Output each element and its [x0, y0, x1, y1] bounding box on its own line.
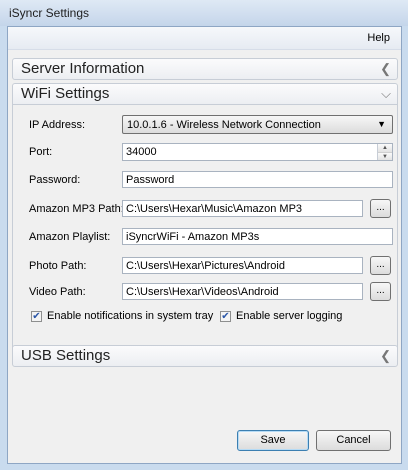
checkmark-icon: ✔ [32, 311, 41, 322]
window-client-area: Help Server Information ❮ WiFi Settings … [7, 26, 402, 464]
photo-path-field[interactable]: C:\Users\Hexar\Pictures\Android [122, 257, 363, 274]
port-spin-buttons: ▲ ▼ [377, 144, 392, 160]
window-title: iSyncr Settings [9, 6, 90, 20]
server-information-label: Server Information [21, 60, 145, 77]
spin-up-icon[interactable]: ▲ [378, 144, 392, 152]
amazon-mp3-browse-button[interactable]: ... [370, 199, 391, 218]
chevron-down-icon: ⌵ [381, 86, 391, 101]
video-path-field[interactable]: C:\Users\Hexar\Videos\Android [122, 283, 363, 300]
wifi-settings-header[interactable]: WiFi Settings ⌵ [12, 83, 398, 105]
video-path-label: Video Path: [29, 286, 86, 298]
port-label: Port: [29, 146, 53, 158]
chevron-left-icon: ❮ [380, 61, 391, 76]
port-value: 34000 [126, 146, 157, 158]
menu-bar: Help [8, 27, 401, 50]
triangle-down-icon: ▼ [377, 119, 386, 129]
cancel-button[interactable]: Cancel [316, 430, 391, 451]
server-logging-checkbox[interactable]: ✔ [220, 311, 231, 322]
server-logging-label: Enable server logging [236, 310, 343, 322]
save-button[interactable]: Save [237, 430, 309, 451]
password-field[interactable]: Password [122, 171, 393, 188]
usb-settings-header[interactable]: USB Settings ❮ [12, 345, 398, 367]
amazon-playlist-field[interactable]: iSyncrWiFi - Amazon MP3s [122, 228, 393, 245]
server-information-header[interactable]: Server Information ❮ [12, 58, 398, 80]
help-menu[interactable]: Help [367, 32, 390, 44]
notifications-checkbox[interactable]: ✔ [31, 311, 42, 322]
wifi-settings-panel: IP Address: 10.0.1.6 - Wireless Network … [12, 105, 398, 355]
ip-address-value: 10.0.1.6 - Wireless Network Connection [127, 119, 321, 131]
ip-address-label: IP Address: [29, 119, 86, 131]
amazon-mp3-path-field[interactable]: C:\Users\Hexar\Music\Amazon MP3 [122, 200, 363, 217]
video-path-browse-button[interactable]: ... [370, 282, 391, 301]
port-stepper[interactable]: 34000 ▲ ▼ [122, 143, 393, 161]
amazon-mp3-path-label: Amazon MP3 Path: [29, 203, 124, 215]
photo-path-label: Photo Path: [29, 260, 87, 272]
title-bar: iSyncr Settings [0, 0, 408, 26]
amazon-playlist-label: Amazon Playlist: [29, 231, 111, 243]
photo-path-browse-button[interactable]: ... [370, 256, 391, 275]
usb-settings-label: USB Settings [21, 347, 111, 364]
spin-down-icon[interactable]: ▼ [378, 152, 392, 160]
notifications-label: Enable notifications in system tray [47, 310, 214, 322]
ip-address-dropdown[interactable]: 10.0.1.6 - Wireless Network Connection ▼ [122, 115, 393, 134]
password-label: Password: [29, 174, 81, 186]
wifi-settings-label: WiFi Settings [21, 85, 110, 102]
chevron-left-icon: ❮ [380, 348, 391, 363]
checkmark-icon: ✔ [221, 311, 230, 322]
